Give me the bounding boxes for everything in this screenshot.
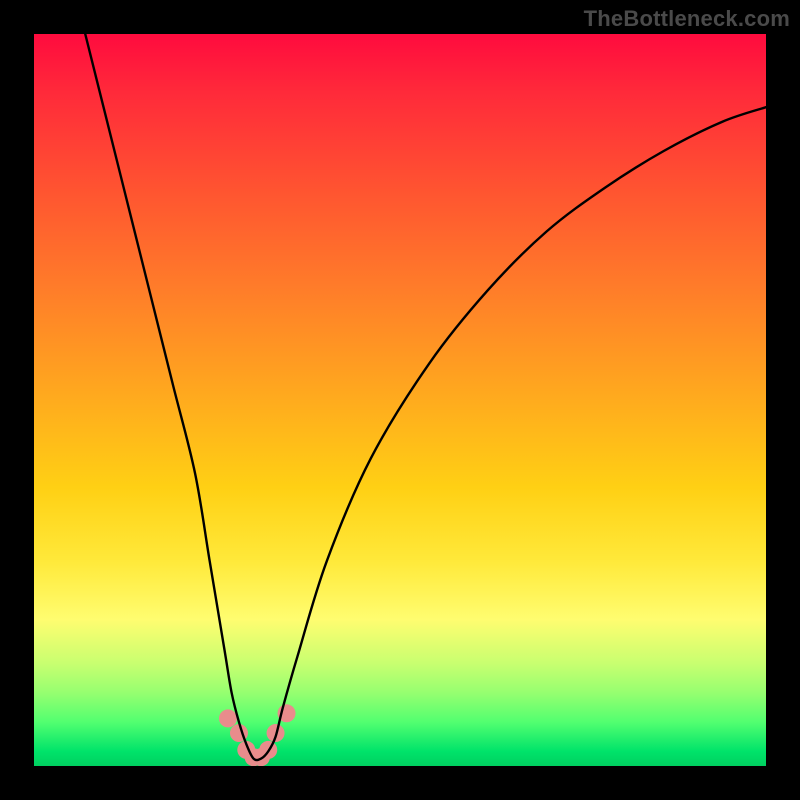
trough-markers-group [219, 704, 296, 766]
plot-area [34, 34, 766, 766]
curve-layer [34, 34, 766, 766]
chart-frame: TheBottleneck.com [0, 0, 800, 800]
watermark-text: TheBottleneck.com [584, 6, 790, 32]
trough-marker [219, 709, 237, 727]
bottleneck-curve [85, 34, 766, 760]
